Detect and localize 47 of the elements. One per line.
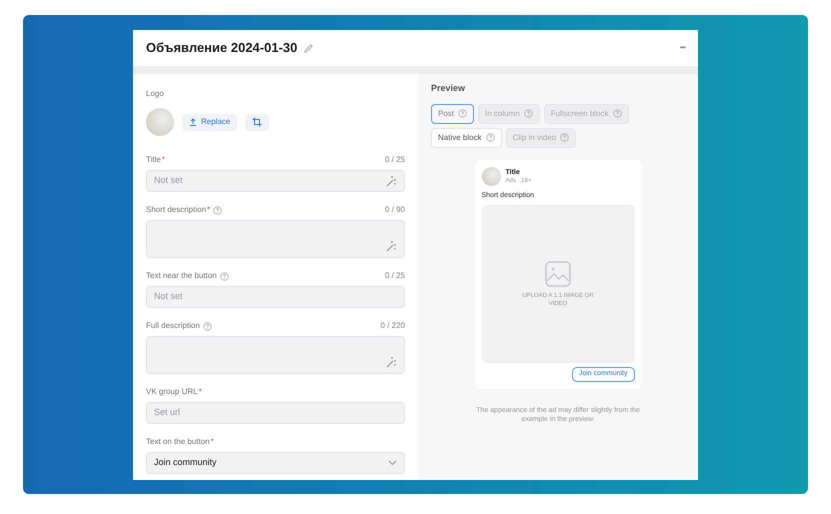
preview-tab[interactable]: Post	[431, 104, 474, 124]
pencil-icon[interactable]	[303, 42, 314, 54]
help-icon[interactable]	[220, 272, 229, 280]
field-label: Text on the button	[146, 436, 210, 448]
dropdown[interactable]: Join community	[146, 452, 405, 474]
preview-tab[interactable]: Clip in video	[506, 128, 576, 148]
character-counter: 0 / 25	[384, 270, 405, 282]
character-counter: 0 / 220	[380, 320, 405, 332]
preview-tab[interactable]: In column	[478, 104, 540, 124]
image-icon	[545, 260, 571, 286]
field-label: VK group URL	[146, 386, 198, 398]
crop-icon	[252, 117, 262, 127]
required-mark: *	[198, 386, 202, 398]
logo-label: Logo	[146, 88, 165, 100]
help-icon	[612, 109, 622, 118]
field-label: Full description	[146, 320, 200, 332]
character-counter: 0 / 25	[384, 154, 405, 166]
help-icon	[524, 109, 533, 118]
magic-wand-icon[interactable]	[385, 175, 397, 187]
avatar	[482, 166, 500, 186]
text-field[interactable]: Set url	[146, 402, 405, 424]
help-icon[interactable]	[213, 206, 222, 214]
logo-avatar[interactable]	[146, 108, 174, 136]
ad-title: Объявление 2024-01-30	[146, 39, 298, 58]
preview-tab[interactable]: Native block	[431, 128, 502, 148]
text-field[interactable]: Not set	[146, 170, 405, 192]
required-mark: *	[162, 154, 165, 166]
required-mark: *	[207, 204, 210, 216]
replace-button[interactable]: Replace	[182, 114, 238, 130]
preview-heading: Preview	[431, 82, 466, 95]
chevron-down-icon	[388, 460, 397, 466]
field-label: Short description	[146, 204, 206, 216]
magic-wand-icon[interactable]	[385, 356, 397, 368]
more-menu[interactable]: •••	[680, 42, 685, 54]
character-counter: 0 / 90	[384, 204, 405, 216]
crop-button[interactable]	[245, 114, 270, 130]
help-icon	[458, 109, 468, 118]
required-mark: *	[210, 436, 214, 448]
text-field[interactable]: Not set	[146, 286, 405, 308]
magic-wand-icon[interactable]	[385, 240, 397, 252]
field-label: Text near the button	[146, 270, 217, 282]
field-label: Title	[146, 154, 161, 166]
help-icon	[486, 133, 495, 142]
preview-tab[interactable]: Fullscreen block	[544, 104, 629, 124]
help-icon	[560, 133, 570, 142]
help-icon[interactable]	[202, 322, 212, 330]
upload-icon	[189, 118, 197, 126]
